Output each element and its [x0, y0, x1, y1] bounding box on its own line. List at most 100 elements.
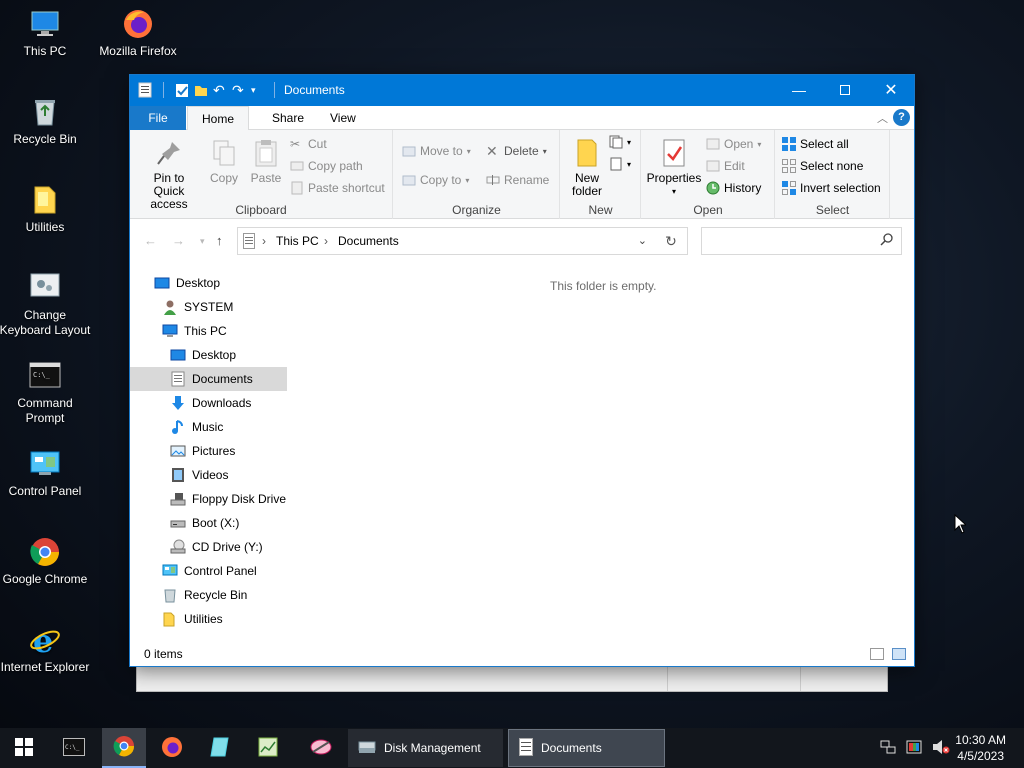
- edit-button[interactable]: Edit: [706, 159, 745, 173]
- nav-item-control-panel[interactable]: Control Panel: [162, 559, 257, 583]
- up-arrow-icon[interactable]: ↑: [216, 233, 223, 248]
- address-dropdown-icon[interactable]: ⌄: [638, 234, 647, 247]
- document-icon: [138, 82, 152, 98]
- back-arrow-icon[interactable]: ←: [144, 233, 157, 248]
- breadcrumb-documents[interactable]: Documents: [338, 234, 399, 248]
- taskbar-command-prompt[interactable]: C:\_: [52, 728, 96, 768]
- cut-button[interactable]: ✂ Cut: [290, 137, 327, 151]
- volume-muted-icon[interactable]: [932, 739, 950, 758]
- redo-icon[interactable]: ↷: [232, 82, 246, 98]
- clock[interactable]: 10:30 AM 4/5/2023: [955, 732, 1006, 764]
- desktop-icon-this-pc[interactable]: This PC: [0, 8, 92, 59]
- taskbar-notepad[interactable]: [198, 728, 242, 768]
- details-view-icon[interactable]: [870, 648, 884, 660]
- copy-path-icon: [290, 159, 304, 173]
- copy-button[interactable]: Copy: [208, 138, 240, 185]
- edit-icon: [706, 159, 720, 173]
- help-icon[interactable]: ?: [893, 109, 910, 126]
- desktop-icon-keyboard-layout[interactable]: Change Keyboard Layout: [0, 272, 92, 338]
- new-folder-button[interactable]: New folder: [565, 138, 609, 198]
- properties-button[interactable]: Properties ▾: [646, 138, 702, 198]
- svg-text:e: e: [33, 624, 53, 656]
- floppy-drive-icon: [170, 491, 186, 507]
- nav-item-recycle-bin[interactable]: Recycle Bin: [162, 583, 247, 607]
- nav-item-pictures[interactable]: Pictures: [170, 439, 235, 463]
- keyboard-settings-icon: [29, 272, 61, 304]
- tab-file[interactable]: File: [130, 106, 186, 130]
- properties-quick-icon[interactable]: [175, 82, 189, 98]
- tab-view[interactable]: View: [316, 106, 370, 130]
- minimize-button[interactable]: —: [776, 75, 822, 105]
- paste-shortcut-button[interactable]: Paste shortcut: [290, 181, 385, 195]
- search-input[interactable]: [701, 227, 902, 255]
- close-button[interactable]: ✕: [868, 75, 914, 105]
- rename-button[interactable]: Rename: [486, 173, 549, 187]
- tab-home[interactable]: Home: [187, 106, 250, 131]
- pin-to-quick-access-button[interactable]: Pin to Quick access: [137, 138, 201, 211]
- nav-item-cd-drive[interactable]: CD Drive (Y:): [170, 535, 263, 559]
- nav-item-system[interactable]: SYSTEM: [162, 295, 233, 319]
- nav-item-floppy-disk-drive[interactable]: Floppy Disk Drive: [170, 487, 286, 511]
- invert-selection-button[interactable]: Invert selection: [782, 181, 881, 195]
- undo-icon[interactable]: ↶: [213, 82, 227, 98]
- taskbar-task-manager[interactable]: [246, 728, 290, 768]
- search-icon: [880, 233, 893, 249]
- desktop-icon-internet-explorer[interactable]: e Internet Explorer: [0, 622, 92, 675]
- display-color-icon[interactable]: [906, 739, 922, 758]
- nav-item-this-pc[interactable]: This PC: [162, 319, 227, 343]
- ribbon: Pin to Quick access Copy Paste ✂ Cut Copy…: [130, 130, 914, 219]
- desktop-icon-command-prompt[interactable]: C:\_ Command Prompt: [0, 360, 92, 426]
- desktop-icon-label: Command Prompt: [17, 396, 73, 425]
- copy-to-button[interactable]: Copy to ▾: [402, 173, 469, 187]
- network-icon[interactable]: [880, 739, 896, 758]
- nav-item-downloads[interactable]: Downloads: [170, 391, 251, 415]
- nav-item-desktop[interactable]: Desktop: [154, 271, 220, 295]
- open-button[interactable]: Open ▾: [706, 137, 761, 151]
- nav-item-videos[interactable]: Videos: [170, 463, 228, 487]
- nav-item-utilities[interactable]: Utilities: [162, 607, 223, 631]
- start-button[interactable]: [0, 728, 48, 768]
- history-icon: [706, 181, 720, 195]
- collapse-ribbon-icon[interactable]: ︿: [877, 110, 888, 126]
- taskbar-documents[interactable]: Documents: [508, 729, 665, 767]
- customize-dropdown-icon[interactable]: ▾: [251, 82, 265, 98]
- taskbar-disk-management[interactable]: Disk Management: [348, 729, 503, 767]
- move-to-button[interactable]: Move to ▾: [402, 144, 471, 158]
- desktop-icon-recycle-bin[interactable]: Recycle Bin: [0, 96, 92, 147]
- picture-icon: [170, 443, 186, 459]
- hard-drive-icon: [170, 515, 186, 531]
- taskbar-network-tool[interactable]: [296, 728, 346, 768]
- nav-item-desktop-2[interactable]: Desktop: [170, 343, 236, 367]
- delete-button[interactable]: ✕ Delete ▾: [486, 144, 547, 158]
- history-button[interactable]: History: [706, 181, 761, 195]
- title-bar[interactable]: ↶ ↷ ▾ Documents — ✕: [130, 75, 914, 106]
- desktop-icon-firefox[interactable]: Mozilla Firefox: [91, 8, 185, 59]
- chrome-icon: [29, 536, 61, 568]
- breadcrumb-this-pc[interactable]: This PC: [276, 234, 319, 248]
- copy-path-button[interactable]: Copy path: [290, 159, 363, 173]
- forward-arrow-icon[interactable]: →: [172, 233, 185, 248]
- group-label: Organize: [452, 203, 501, 217]
- maximize-button[interactable]: [822, 75, 868, 105]
- new-item-button[interactable]: ▾: [609, 135, 631, 149]
- address-bar[interactable]: › This PC › Documents ⌄: [237, 227, 688, 255]
- taskbar-firefox[interactable]: [150, 728, 194, 768]
- select-all-button[interactable]: Select all: [782, 137, 849, 151]
- taskbar-chrome[interactable]: [102, 728, 146, 768]
- select-none-button[interactable]: Select none: [782, 159, 863, 173]
- nav-item-music[interactable]: Music: [170, 415, 223, 439]
- tab-share[interactable]: Share: [258, 106, 318, 130]
- refresh-button[interactable]: ↻: [655, 227, 688, 255]
- desktop-icon-control-panel[interactable]: Control Panel: [0, 448, 92, 499]
- select-group: Select all Select none Invert selection …: [776, 130, 890, 219]
- desktop-icon-chrome[interactable]: Google Chrome: [0, 536, 92, 587]
- new-folder-quick-icon[interactable]: [194, 82, 208, 98]
- large-icons-view-icon[interactable]: [892, 648, 906, 660]
- desktop-icon-utilities[interactable]: Utilities: [0, 184, 92, 235]
- paste-button[interactable]: Paste: [248, 138, 284, 185]
- group-label: Select: [815, 203, 850, 217]
- nav-item-boot-drive[interactable]: Boot (X:): [170, 511, 239, 535]
- easy-access-button[interactable]: ▾: [609, 157, 631, 171]
- recent-locations-icon[interactable]: ▾: [200, 236, 205, 247]
- nav-item-documents[interactable]: Documents: [130, 367, 287, 391]
